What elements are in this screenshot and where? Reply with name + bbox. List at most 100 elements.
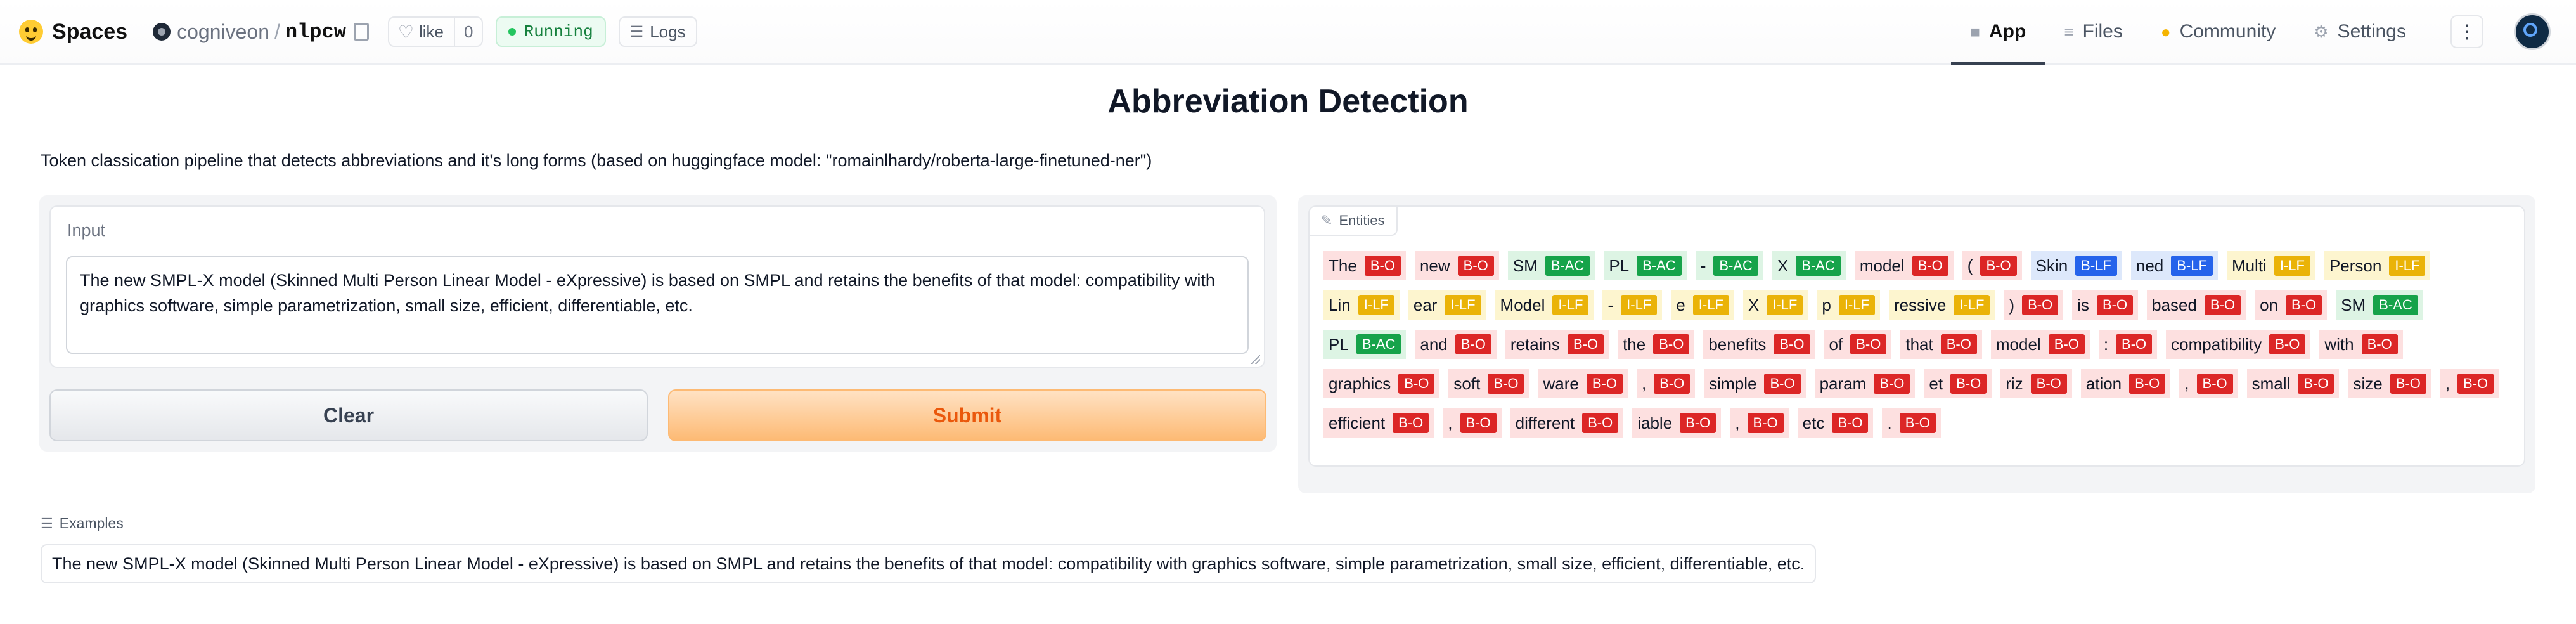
entity-token: is B-O [2072,290,2139,320]
entity-tag-badge: B-AC [1545,256,1590,276]
tab-community-label: Community [2179,21,2276,42]
entity-tag-badge: B-LF [2171,256,2213,276]
entity-token-text: et [1929,374,1943,393]
owner-avatar[interactable] [153,23,171,41]
entity-token: ) B-O [2004,290,2064,320]
entity-token: that B-O [1900,330,1982,359]
entity-token: efficient B-O [1323,408,1434,438]
tab-settings[interactable]: ⚙ Settings [2295,0,2425,63]
entity-token-text: compatibility [2171,334,2262,354]
entity-token-text: on [2260,295,2279,315]
entity-tag-badge: B-O [2390,374,2426,394]
entity-token-text: ( [1967,256,1973,275]
entity-tag-badge: B-O [1747,413,1784,433]
entity-token-text: riz [2006,374,2023,393]
more-options-button[interactable]: ⋮ [2450,15,2483,48]
top-header: Spaces cogniveon / nlpcw ♡ like 0 Runnin… [0,0,2576,65]
entity-token-text: is [2077,295,2089,315]
entity-token-text: . [1887,413,1892,432]
entity-token: compatibility B-O [2166,330,2311,359]
entity-token-text: of [1829,334,1843,354]
entity-token: SM B-AC [1507,251,1595,280]
input-label: Input [67,221,106,240]
tab-files-label: Files [2082,21,2123,42]
entity-token-text: benefits [1708,334,1767,354]
spaces-link[interactable]: Spaces [52,20,127,44]
entity-token: ( B-O [1962,251,2022,280]
entity-tag-badge: B-O [1455,334,1491,354]
entity-token-text: ware [1543,374,1579,393]
entity-token-text: ear [1413,295,1438,315]
entity-tag-badge: I-LF [1552,295,1589,315]
entity-token-text: , [1448,413,1453,432]
input-block: Input The new SMPL-X model (Skinned Mult… [49,205,1265,368]
entity-tag-badge: B-O [2361,334,2398,354]
entity-token-text: Skin [2035,256,2068,275]
entity-tag-badge: B-O [1980,256,2017,276]
hugging-face-logo-icon[interactable] [19,20,43,44]
clear-button[interactable]: Clear [49,389,648,441]
entity-tag-badge: B-AC [1356,334,1401,354]
header-tabs: ■ App ≡ Files ● Community ⚙ Settings ⋮ [1951,0,2551,65]
entity-tag-badge: I-LF [2274,256,2310,276]
entity-tag-badge: I-LF [1838,295,1875,315]
example-item[interactable]: The new SMPL-X model (Skinned Multi Pers… [41,544,1817,583]
tab-app[interactable]: ■ App [1951,0,2045,65]
vertical-dots-icon: ⋮ [2457,21,2476,42]
entity-token: size B-O [2348,369,2431,398]
app-cube-icon: ■ [1970,22,1981,41]
entity-tag-badge: B-O [2286,295,2322,315]
owner-link[interactable]: cogniveon [177,20,269,44]
entity-token-text: retains [1510,334,1560,354]
entity-token-text: the [1623,334,1646,354]
submit-button[interactable]: Submit [668,389,1266,441]
entity-token: - B-AC [1695,251,1763,280]
resize-handle-icon[interactable] [1251,355,1260,364]
entity-tag-badge: B-O [2457,374,2494,394]
entity-tag-badge: B-O [1654,374,1690,394]
entity-token-text: soft [1453,374,1481,393]
entity-tag-badge: B-AC [1713,256,1758,276]
entity-token: ware B-O [1538,369,1628,398]
user-avatar[interactable] [2514,13,2551,50]
entity-tag-badge: B-O [1850,334,1887,354]
entity-tag-badge: B-O [2030,374,2067,394]
entity-tag-badge: B-O [2196,374,2233,394]
entity-token-text: ation [2085,374,2122,393]
entities-label: Entities [1339,212,1385,228]
entity-tag-badge: B-LF [2075,256,2117,276]
entity-tag-badge: B-AC [2373,295,2418,315]
entity-token: Multi I-LF [2226,251,2315,280]
page-title: Abbreviation Detection [1107,83,1469,120]
copy-icon[interactable] [353,23,369,41]
entity-token: on B-O [2255,290,2328,320]
entity-token-text: ressive [1893,295,1947,315]
list-icon: ☰ [41,515,53,531]
status-badge[interactable]: Running [496,16,606,47]
like-count[interactable]: 0 [454,18,482,46]
entity-token-text: small [2251,374,2291,393]
entity-token-text: simple [1709,374,1757,393]
logs-button[interactable]: ☰ Logs [618,16,697,47]
entity-token-text: efficient [1329,413,1386,432]
entity-token: soft B-O [1448,369,1530,398]
entity-token: of B-O [1824,330,1892,359]
entity-token: model B-O [1854,251,1954,280]
tab-app-label: App [1989,21,2026,42]
like-button[interactable]: ♡ like 0 [387,16,484,47]
entity-token: with B-O [2319,330,2403,359]
highlight-icon: ✎ [1321,212,1333,228]
entity-tag-badge: B-AC [1796,256,1841,276]
repo-name-link[interactable]: nlpcw [285,20,346,44]
tab-community[interactable]: ● Community [2142,0,2295,63]
entity-tag-badge: B-O [1912,256,1948,276]
entity-tag-badge: I-LF [1445,295,1481,315]
entity-token-text: Lin [1329,295,1351,315]
entity-token: benefits B-O [1703,330,1815,359]
tab-files[interactable]: ≡ Files [2045,0,2142,63]
input-textarea[interactable]: The new SMPL-X model (Skinned Multi Pers… [66,256,1249,354]
entity-token: graphics B-O [1323,369,1440,398]
entity-token: ation B-O [2080,369,2171,398]
like-label-wrap[interactable]: ♡ like [389,22,454,42]
entity-tag-badge: B-O [1899,413,1936,433]
